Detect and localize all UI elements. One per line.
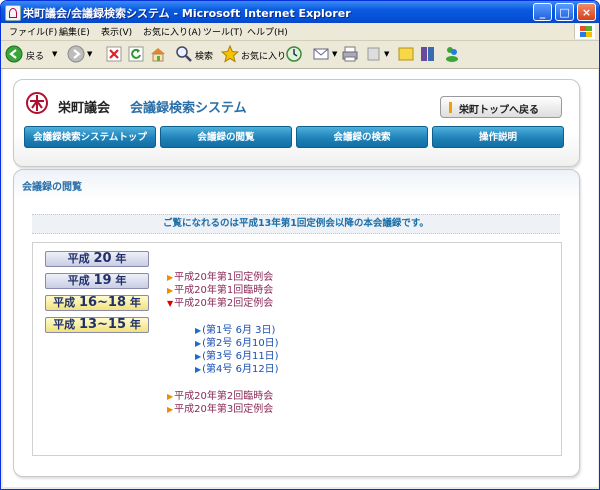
- stop-button[interactable]: [105, 44, 125, 64]
- maximize-button[interactable]: □: [555, 3, 574, 21]
- session-link[interactable]: ▶平成20年第3回定例会: [167, 400, 273, 415]
- year-number: 16~18: [78, 295, 127, 310]
- back-label: 戻る: [26, 52, 45, 62]
- windows-logo-icon: [574, 24, 595, 39]
- chevron-down-icon[interactable]: ▼: [332, 50, 337, 58]
- note-icon: [398, 47, 414, 61]
- toolbar: 戻る ▼ ▼ 検索 お気に入り ▼ ▼: [1, 41, 599, 69]
- mail-icon: [313, 48, 329, 60]
- stop-icon: [106, 46, 122, 62]
- page-content: 栄町議会 会議録検索システム 栄町トップへ戻る 会議録検索システムトップ 会議録…: [3, 69, 598, 487]
- menu-file[interactable]: ファイル(F): [9, 25, 57, 38]
- browse-box: 平成 20 年 平成 19 年 平成 16~18 年 平成 13~15 年 ▶平…: [32, 242, 562, 456]
- session-link-expanded[interactable]: ▼平成20年第2回定例会: [167, 294, 273, 309]
- menu-view[interactable]: 表示(V): [101, 25, 132, 38]
- menu-bar: ファイル(F) 編集(E) 表示(V) お気に入り(A) ツール(T) ヘルプ(…: [1, 23, 599, 41]
- discuss-button[interactable]: [397, 44, 417, 64]
- issue-label: (第4号 6月12日): [202, 364, 279, 375]
- year-number: 20: [93, 251, 112, 266]
- print-icon: [342, 46, 358, 62]
- year-button-h13-15[interactable]: 平成 13~15 年: [45, 317, 149, 333]
- session-label: 平成20年第2回定例会: [174, 298, 274, 309]
- chevron-down-icon[interactable]: ▼: [52, 50, 57, 58]
- messenger-icon: [446, 47, 458, 62]
- home-icon: [151, 48, 165, 62]
- forward-arrow-icon: [67, 45, 85, 63]
- nav-search[interactable]: 会議録の検索: [296, 126, 428, 148]
- town-emblem-icon: [26, 92, 48, 114]
- home-button[interactable]: [149, 44, 169, 64]
- back-to-town-top-label: 栄町トップへ戻る: [459, 105, 539, 116]
- refresh-button[interactable]: [127, 44, 147, 64]
- favorites-button[interactable]: お気に入り: [221, 44, 286, 64]
- triangle-right-icon: ▶: [167, 405, 174, 414]
- year-suffix: 年: [129, 296, 141, 309]
- year-suffix: 年: [115, 274, 127, 287]
- back-button[interactable]: 戻る ▼: [5, 44, 65, 64]
- back-arrow-icon: [5, 45, 23, 63]
- year-prefix: 平成: [67, 252, 90, 265]
- nav-help[interactable]: 操作説明: [432, 126, 564, 148]
- site-header: 栄町議会 会議録検索システム 栄町トップへ戻る 会議録検索システムトップ 会議録…: [13, 79, 580, 167]
- triangle-down-icon: ▼: [167, 299, 174, 308]
- messenger-button[interactable]: [443, 44, 463, 64]
- minimize-button[interactable]: _: [533, 3, 552, 21]
- site-name: 栄町議会: [58, 101, 111, 116]
- section-title: 会議録の閲覧: [22, 182, 82, 193]
- forward-button[interactable]: ▼: [67, 44, 97, 64]
- refresh-icon: [128, 46, 144, 62]
- mail-button[interactable]: ▼: [313, 44, 343, 64]
- history-icon: [286, 46, 302, 62]
- year-suffix: 年: [115, 252, 127, 265]
- edit-button[interactable]: ▼: [365, 44, 395, 64]
- menu-favorites[interactable]: お気に入り(A): [143, 25, 201, 38]
- availability-notice: ご覧になれるのは平成13年第1回定例会以降の本会議録です。: [32, 214, 560, 234]
- search-button[interactable]: 検索: [175, 44, 215, 64]
- main-panel: 会議録の閲覧 ご覧になれるのは平成13年第1回定例会以降の本会議録です。 平成 …: [13, 169, 580, 477]
- star-icon: [221, 45, 239, 63]
- browser-window: 栄町議会/会議録検索システム - Microsoft Internet Expl…: [0, 0, 600, 490]
- title-bar: 栄町議会/会議録検索システム - Microsoft Internet Expl…: [1, 1, 599, 23]
- menu-tools[interactable]: ツール(T): [203, 25, 243, 38]
- print-button[interactable]: [341, 44, 361, 64]
- menu-edit[interactable]: 編集(E): [59, 25, 90, 38]
- window-title: 栄町議会/会議録検索システム - Microsoft Internet Expl…: [23, 7, 351, 20]
- year-prefix: 平成: [67, 274, 90, 287]
- close-button[interactable]: ×: [577, 3, 596, 21]
- year-button-h20[interactable]: 平成 20 年: [45, 251, 149, 267]
- history-button[interactable]: [285, 44, 305, 64]
- issue-link[interactable]: ▶(第4号 6月12日): [195, 360, 279, 375]
- bullet-bar-icon: [449, 102, 452, 113]
- research-button[interactable]: [419, 44, 439, 64]
- year-suffix: 年: [129, 318, 141, 331]
- triangle-right-icon: ▶: [195, 365, 202, 374]
- favorites-label: お気に入り: [241, 52, 287, 62]
- nav-browse[interactable]: 会議録の閲覧: [160, 126, 292, 148]
- year-number: 19: [93, 273, 112, 288]
- system-name: 会議録検索システム: [130, 101, 247, 116]
- edit-page-icon: [367, 47, 380, 61]
- back-to-town-top-button[interactable]: 栄町トップへ戻る: [440, 96, 562, 118]
- year-prefix: 平成: [53, 318, 76, 331]
- chevron-down-icon[interactable]: ▼: [384, 50, 389, 58]
- chevron-down-icon[interactable]: ▼: [87, 50, 92, 58]
- year-button-h19[interactable]: 平成 19 年: [45, 273, 149, 289]
- year-prefix: 平成: [53, 296, 76, 309]
- nav-system-top[interactable]: 会議録検索システムトップ: [24, 126, 156, 148]
- book-icon: [421, 47, 434, 61]
- page-favicon-icon: [5, 5, 21, 21]
- session-label: 平成20年第3回定例会: [174, 404, 274, 415]
- menu-help[interactable]: ヘルプ(H): [247, 25, 288, 38]
- search-icon: [176, 46, 192, 62]
- search-label: 検索: [195, 52, 214, 62]
- year-number: 13~15: [78, 317, 127, 332]
- year-button-h16-18[interactable]: 平成 16~18 年: [45, 295, 149, 311]
